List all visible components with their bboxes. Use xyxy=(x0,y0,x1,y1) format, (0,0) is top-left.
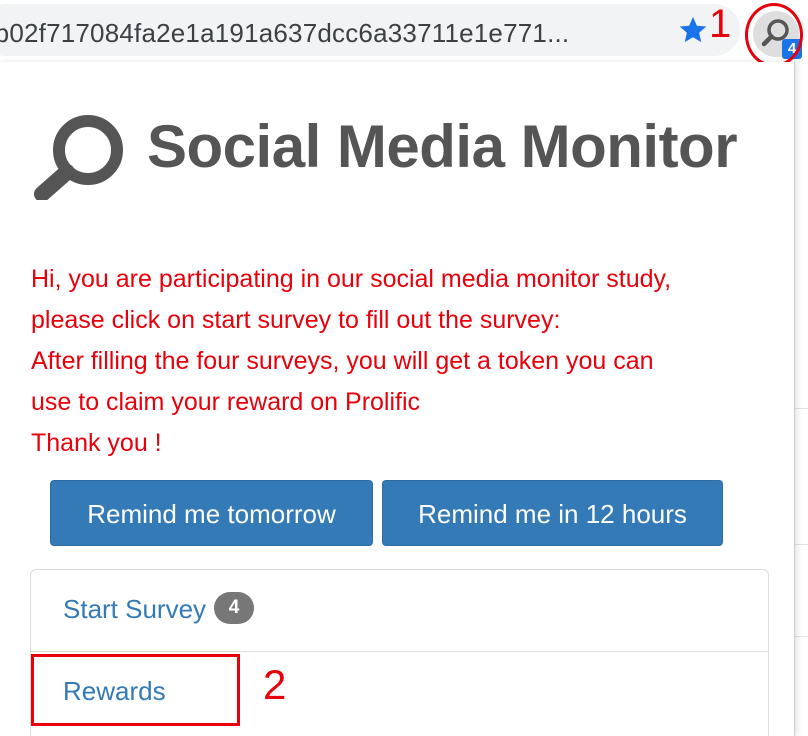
extension-button[interactable]: 4 xyxy=(745,3,807,67)
magnifier-icon xyxy=(34,115,123,200)
background-divider xyxy=(795,544,808,545)
app-title: Social Media Monitor xyxy=(147,113,738,180)
survey-count-badge: 4 xyxy=(214,592,255,625)
address-bar[interactable]: 5b02f717084fa2e1a191a637dcc6a33711e1e771… xyxy=(0,4,740,56)
message-line: Hi, you are participating in our social … xyxy=(31,265,672,293)
message-line: please click on start survey to fill out… xyxy=(31,306,561,334)
screen: 5b02f717084fa2e1a191a637dcc6a33711e1e771… xyxy=(0,0,808,736)
star-icon[interactable] xyxy=(677,14,709,46)
background-divider xyxy=(795,408,808,409)
study-message: Hi, you are participating in our social … xyxy=(31,259,776,464)
menu-item-start-survey[interactable]: Start Survey 4 xyxy=(31,570,768,652)
annotation-marker-1: 1 xyxy=(709,2,732,46)
message-line: Thank you ! xyxy=(31,429,162,457)
message-line: After filling the four surveys, you will… xyxy=(31,347,654,375)
remind-tomorrow-button[interactable]: Remind me tomorrow xyxy=(50,480,373,546)
background-page-edge xyxy=(795,62,808,736)
background-divider xyxy=(795,636,808,637)
annotation-marker-2: 2 xyxy=(263,661,287,708)
start-survey-label[interactable]: Start Survey xyxy=(63,594,206,624)
annotation-ring xyxy=(745,3,803,67)
annotation-box xyxy=(31,654,240,726)
message-line: use to claim your reward on Prolific xyxy=(31,388,421,416)
url-text[interactable]: 5b02f717084fa2e1a191a637dcc6a33711e1e771… xyxy=(0,18,620,49)
start-survey-link[interactable]: Start Survey 4 xyxy=(63,592,255,627)
browser-toolbar: 5b02f717084fa2e1a191a637dcc6a33711e1e771… xyxy=(0,0,808,67)
remind-12-hours-button[interactable]: Remind me in 12 hours xyxy=(382,480,723,546)
